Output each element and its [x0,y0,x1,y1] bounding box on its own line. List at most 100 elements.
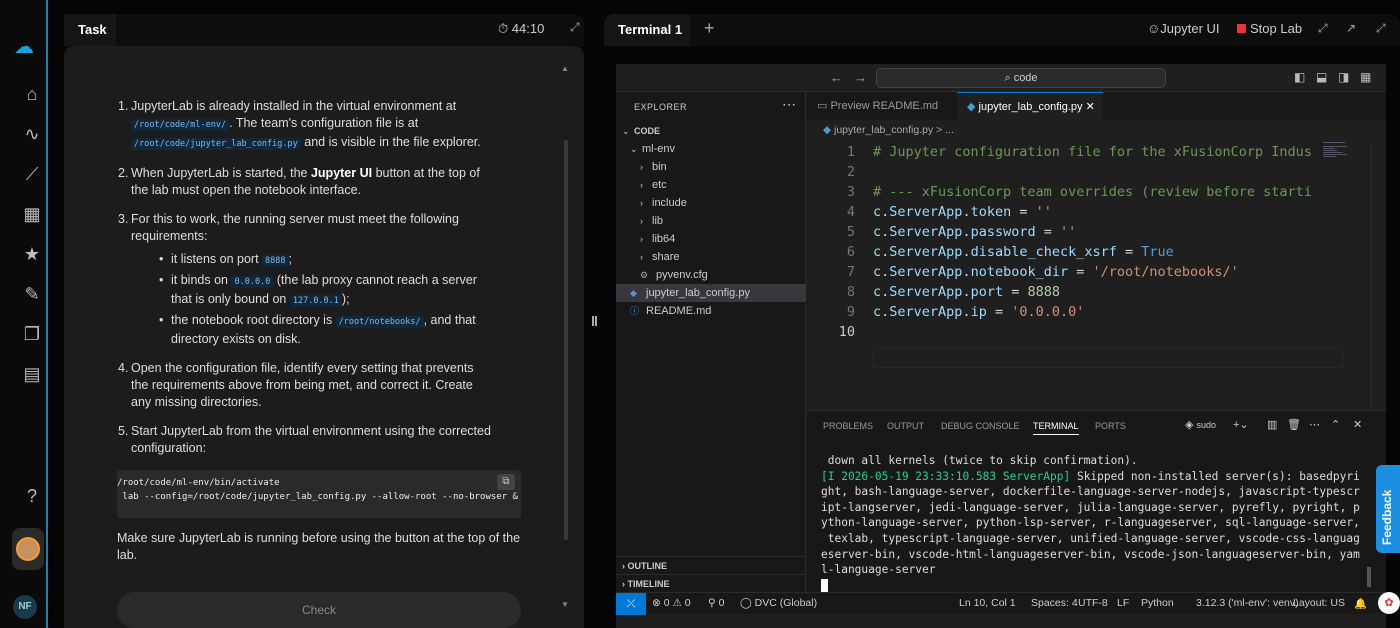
notifications-icon[interactable]: 🔔 [1354,597,1367,610]
terminal-scrollbar[interactable] [1367,567,1371,587]
code-line[interactable]: 8 c.ServerApp.port = 8888 [807,282,1337,302]
tree-item[interactable]: ⌄ CODE [616,122,806,140]
terminal-profile[interactable]: ◈ sudo [1185,418,1216,431]
chart-icon[interactable]: ⟋ [20,162,44,186]
notes-icon[interactable]: ✎ [20,282,44,306]
clapper-icon[interactable]: ▦ [20,202,44,226]
python-interpreter[interactable]: 3.12.3 ('ml-env': venv) [1196,597,1299,609]
code-line[interactable]: 9 c.ServerApp.ip = '0.0.0.0' [807,302,1337,322]
close-icon[interactable]: ✕ [1086,101,1095,113]
line-ending[interactable]: LF [1117,597,1129,609]
scroll-down-icon[interactable]: ▼ [561,600,569,609]
home-icon[interactable]: ⌂ [20,82,44,106]
editor-scrollbar[interactable] [1371,142,1385,412]
code-line[interactable]: 10 [807,322,1337,342]
panel-tab-output[interactable]: OUTPUT [887,421,924,431]
toggle-sidebar-icon[interactable]: ◧ [1294,70,1305,84]
terminal-tab[interactable]: Terminal 1 [604,14,690,46]
jupyter-ui-button[interactable]: ☺Jupyter UI [1147,21,1220,36]
tree-item[interactable]: › share [616,248,806,266]
vscode-window: ← → ⌕ code ◧ ⬓ ◨ ▦ EXPLORER ⋯ ⌄ CODE ⌄ ml-e… [616,64,1386,628]
code-line[interactable]: 4 c.ServerApp.token = '' [807,202,1337,222]
tree-item[interactable]: ◆ jupyter_lab_config.py [616,284,806,302]
code-lines[interactable]: 1 # Jupyter configuration file for the xF… [807,142,1337,342]
cursor-position[interactable]: Ln 10, Col 1 [959,597,1016,609]
user-initials[interactable]: NF [13,595,37,619]
new-terminal-icon[interactable]: +⌄ [1233,418,1249,431]
task-tab[interactable]: Task [64,14,116,46]
remote-icon[interactable]: ⤫ [616,593,646,615]
ranking-icon[interactable]: ★ [20,242,44,266]
timeline-section[interactable]: › TIMELINE [616,574,806,592]
language-mode[interactable]: Python [1141,597,1174,609]
panel-tab-debug-console[interactable]: DEBUG CONSOLE [941,421,1020,431]
indentation[interactable]: Spaces: 4 [1031,597,1078,609]
expand-right-icon[interactable]: ⤢ [1376,21,1386,36]
breadcrumb[interactable]: ◆ jupyter_lab_config.py > ... [823,124,954,136]
code-line[interactable]: 1 # Jupyter configuration file for the xF… [807,142,1337,162]
fullscreen-icon[interactable]: ⤢ [1318,21,1328,36]
tree-item[interactable]: › lib [616,212,806,230]
stop-lab-button[interactable]: Stop Lab [1237,21,1302,36]
scroll-up-icon[interactable]: ▲ [561,64,569,73]
command-code-block[interactable]: /root/code/ml-env/bin/activate lab --con… [117,470,521,518]
file-icon: ⚙ [640,270,649,280]
tree-item[interactable]: › bin [616,158,806,176]
chat-icon[interactable]: ▤ [20,362,44,386]
split-icon[interactable]: ▥ [1267,418,1277,431]
help-icon[interactable]: ? [20,484,44,508]
resize-handle[interactable]: ‖ [591,313,598,329]
code-line[interactable]: 3 # --- xFusionCorp team overrides (revie… [807,182,1337,202]
code-line[interactable]: 7 c.ServerApp.notebook_dir = '/root/noteb… [807,262,1337,282]
chevron-right-icon: › [640,162,643,172]
code-line[interactable]: 6 c.ServerApp.disable_check_xsrf = True [807,242,1337,262]
add-tab-icon[interactable]: + [704,18,715,39]
tree-item[interactable]: ⌄ ml-env [616,140,806,158]
tab-preview-readme[interactable]: ▭ Preview README.md [807,92,953,120]
close-panel-icon[interactable]: ✕ [1353,418,1362,431]
copy-icon[interactable]: ⧉ [497,474,515,490]
panel-tab-problems[interactable]: PROBLEMS [823,421,873,431]
tab-jupyter-config[interactable]: ◆ jupyter_lab_config.py ✕ [957,92,1103,120]
book-icon[interactable]: ❐ [20,322,44,346]
encoding[interactable]: UTF-8 [1078,597,1108,609]
command-search[interactable]: ⌕ code [876,68,1166,88]
trash-icon[interactable]: 🗑 [1287,418,1301,431]
ports-status[interactable]: ⚲ 0 [708,597,724,609]
tree-item[interactable]: › etc [616,176,806,194]
tree-item[interactable]: ⓘ README.md [616,302,806,320]
code-line[interactable]: 2 [807,162,1337,182]
check-button[interactable]: Check [117,592,521,628]
problems-status[interactable]: ⊗ 0 ⚠ 0 [652,597,691,609]
layout-icon[interactable]: ▦ [1360,70,1371,84]
terminal-line: texlab, typescript-language-server, unif… [821,531,1360,545]
maximize-panel-icon[interactable]: ⌃ [1331,418,1340,431]
more-icon[interactable]: ⋯ [1309,418,1320,431]
more-icon[interactable]: ⋯ [782,96,796,113]
terminal-icon: ◈ [1185,419,1194,431]
route-icon[interactable]: ∿ [20,122,44,146]
logo-icon[interactable]: ☁ [12,35,36,59]
file-icon: ◆ [630,288,637,298]
avatar[interactable] [12,528,44,570]
code-line[interactable]: 5 c.ServerApp.password = '' [807,222,1337,242]
assistant-icon[interactable]: ✿ [1378,592,1400,614]
outline-section[interactable]: › OUTLINE [616,556,806,574]
panel-tab-terminal[interactable]: TERMINAL [1033,421,1079,435]
terminal-output[interactable]: down all kernels (twice to skip confirma… [821,453,1361,593]
tree-item[interactable]: ⚙ pyvenv.cfg [616,266,806,284]
toggle-panel-icon[interactable]: ⬓ [1316,70,1327,84]
external-link-icon[interactable]: ↗ [1346,21,1356,35]
tree-item[interactable]: › lib64 [616,230,806,248]
feedback-tab[interactable]: Feedback [1376,465,1400,553]
dvc-status[interactable]: ◯ DVC (Global) [740,597,817,609]
keyboard-layout[interactable]: Layout: US [1293,597,1345,609]
panel-tab-ports[interactable]: PORTS [1095,421,1126,431]
expand-icon[interactable]: ⤢ [570,20,580,35]
minimap[interactable] [1323,142,1353,162]
tree-item[interactable]: › include [616,194,806,212]
back-arrow-icon[interactable]: ← [830,70,843,85]
forward-arrow-icon[interactable]: → [854,70,867,85]
toggle-secondary-icon[interactable]: ◨ [1338,70,1349,84]
task-scrollbar[interactable] [564,140,568,540]
